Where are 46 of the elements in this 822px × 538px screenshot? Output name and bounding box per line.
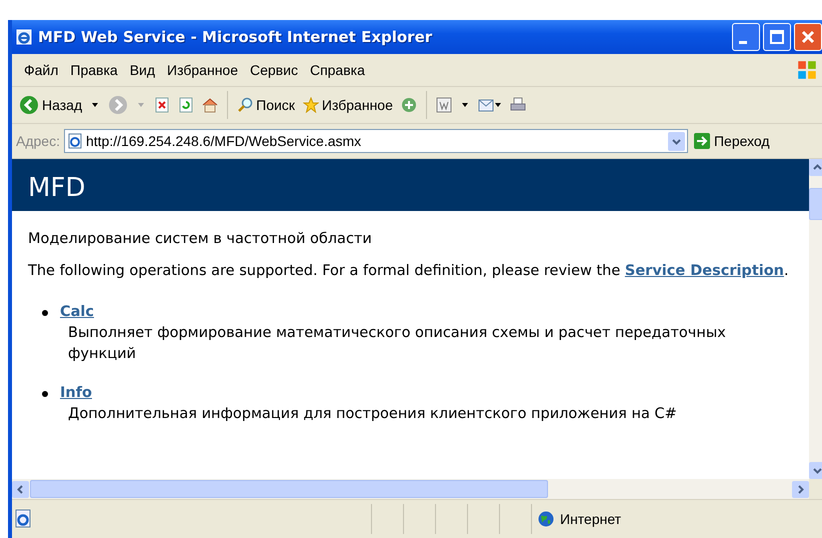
minimize-button[interactable] [732, 23, 760, 51]
intro-paragraph: The following operations are supported. For a formal definition, please review the Service Description. [28, 262, 790, 281]
address-label: Адрес: [16, 133, 60, 149]
minimize-icon [739, 40, 747, 44]
operation-link[interactable]: Calc [60, 302, 94, 323]
page-heading: MFD [12, 159, 809, 211]
vertical-scrollbar[interactable] [809, 159, 822, 479]
menu-item[interactable]: Вид [124, 62, 162, 78]
ie-logo-icon [16, 29, 32, 45]
maximize-button[interactable] [763, 23, 791, 51]
menu-item[interactable]: Файл [18, 62, 64, 78]
page-description: Моделирование систем в частотной области [28, 231, 373, 247]
go-button[interactable]: Переход [692, 133, 772, 149]
windows-logo-icon [796, 59, 818, 81]
bullet-icon [42, 310, 48, 316]
page-icon [66, 133, 83, 149]
scroll-down-button[interactable] [809, 462, 822, 479]
scroll-thumb[interactable] [809, 188, 822, 220]
dropdown-arrow-icon[interactable] [91, 101, 100, 109]
scroll-left-button[interactable] [12, 480, 29, 498]
favorites-button[interactable]: Избранное [300, 95, 396, 115]
service-description-link[interactable]: Service Description [624, 263, 784, 279]
security-zone-label: Интернет [560, 511, 622, 527]
star-icon [302, 97, 319, 113]
menu-item[interactable]: Избранное [161, 62, 244, 78]
operation-description: Выполняет формирование математического описания схемы и расчет передаточных функций [67, 324, 727, 364]
operation-link[interactable]: Info [60, 383, 92, 404]
dropdown-arrow-icon[interactable] [460, 101, 469, 109]
scroll-thumb[interactable] [30, 480, 548, 498]
close-button[interactable] [794, 23, 822, 51]
horizontal-scrollbar[interactable] [12, 479, 822, 499]
menu-item[interactable]: Справка [304, 62, 371, 78]
scroll-up-button[interactable] [809, 159, 822, 176]
arrow-icon [694, 133, 710, 149]
window-title: MFD Web Service - Microsoft Internet Explorer [38, 28, 434, 46]
back-button[interactable]: Назад [16, 93, 86, 117]
search-button[interactable]: Поиск [234, 95, 298, 115]
bullet-icon [42, 390, 48, 396]
menu-item[interactable]: Правка [64, 62, 124, 78]
globe-icon [538, 511, 554, 527]
scroll-right-button[interactable] [792, 480, 809, 498]
maximize-icon [767, 27, 787, 47]
operation-description: Дополнительная информация для построения клиентского приложения на C# [67, 405, 678, 424]
address-field[interactable]: http://169.254.248.6/MFD/WebService.asmx [64, 129, 688, 153]
menu-item[interactable]: Сервис [244, 62, 304, 78]
search-icon [237, 97, 254, 113]
